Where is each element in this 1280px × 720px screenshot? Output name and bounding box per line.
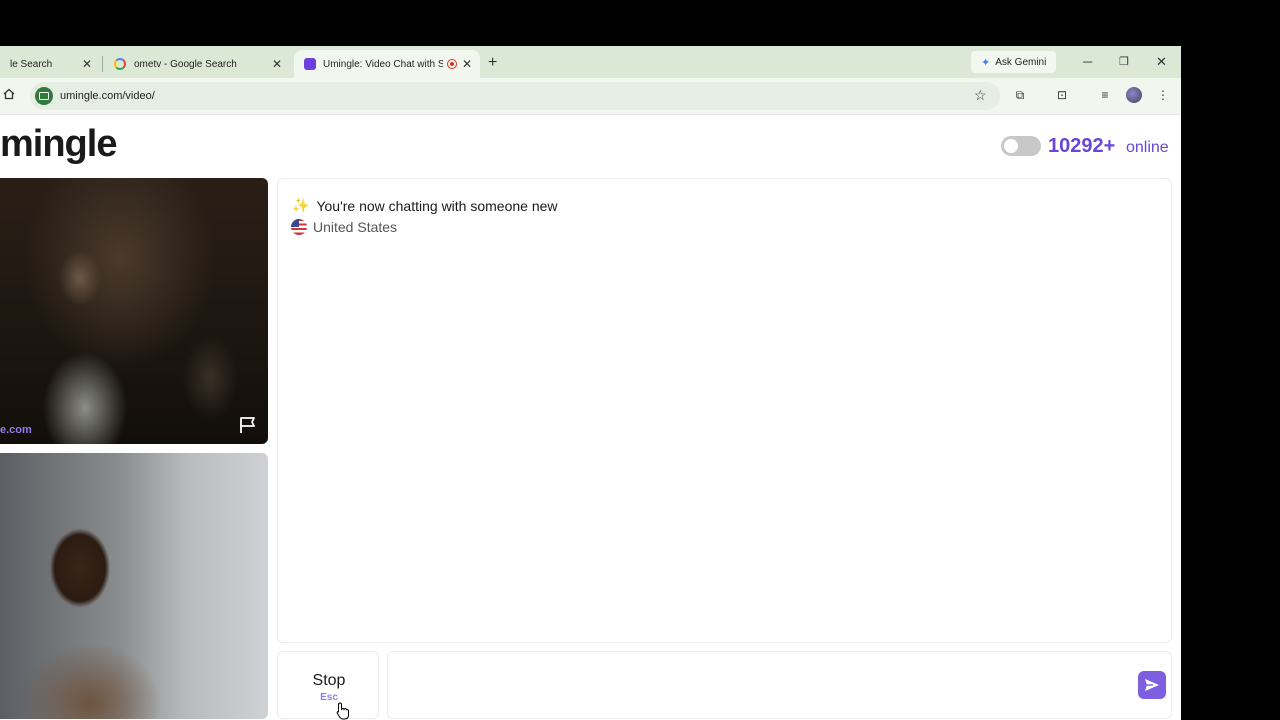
- send-icon: [1145, 679, 1159, 691]
- site-info-icon[interactable]: [35, 87, 53, 105]
- country-name: United States: [313, 219, 398, 235]
- ask-gemini-button[interactable]: ✦ Ask Gemini: [971, 51, 1057, 73]
- close-tab-icon[interactable]: ✕: [80, 57, 94, 71]
- stranger-country: United States: [291, 219, 397, 235]
- url-text: umingle.com/video/: [60, 90, 155, 102]
- us-flag-icon: [291, 219, 307, 235]
- sparkle-icon: ✨: [292, 197, 310, 213]
- close-tab-icon[interactable]: ✕: [460, 57, 474, 71]
- recording-icon: [447, 59, 457, 69]
- send-button[interactable]: [1138, 671, 1166, 699]
- stop-label: Stop: [312, 672, 346, 689]
- new-tab-button[interactable]: +: [488, 54, 497, 72]
- window-close-button[interactable]: ✕: [1156, 54, 1167, 70]
- stranger-video: e.com: [0, 178, 268, 444]
- mouse-cursor-icon: [336, 702, 350, 720]
- ask-gemini-label: Ask Gemini: [995, 56, 1047, 68]
- address-bar[interactable]: umingle.com/video/ ☆: [30, 82, 1000, 110]
- message-input[interactable]: [387, 651, 1172, 719]
- online-label: online: [1126, 139, 1169, 156]
- extensions-icon[interactable]: ⧉: [1013, 88, 1027, 102]
- umingle-icon: [304, 58, 316, 70]
- close-tab-icon[interactable]: ✕: [270, 57, 284, 71]
- tab-google-search[interactable]: le Search ✕: [0, 50, 100, 78]
- site-logo[interactable]: mingle: [0, 123, 117, 166]
- system-message-text: You're now chatting with someone new: [316, 197, 558, 214]
- tab-umingle[interactable]: Umingle: Video Chat with St ✕: [294, 50, 480, 78]
- menu-icon[interactable]: ⋮: [1156, 88, 1170, 102]
- theme-toggle[interactable]: [1001, 136, 1041, 156]
- media-controls-icon[interactable]: ≡: [1098, 88, 1112, 102]
- report-flag-icon[interactable]: [238, 416, 258, 434]
- restore-button[interactable]: ❐: [1119, 55, 1129, 68]
- tab-search-icon[interactable]: ⊡: [1055, 88, 1069, 102]
- tab-title: le Search: [10, 58, 53, 70]
- tab-title: Umingle: Video Chat with St: [323, 58, 443, 70]
- tab-separator: [102, 56, 103, 72]
- tab-title: ometv - Google Search: [134, 58, 237, 70]
- browser-toolbar: umingle.com/video/ ☆ ⧉ ⊡ ≡ ⋮: [0, 78, 1181, 114]
- screen: le Search ✕ ometv - Google Search ✕ Umin…: [0, 0, 1280, 720]
- system-message: ✨ You're now chatting with someone new: [292, 197, 558, 214]
- chat-log: ✨ You're now chatting with someone new U…: [277, 178, 1172, 643]
- self-video: [0, 453, 268, 719]
- video-watermark: e.com: [0, 424, 32, 436]
- tab-ometv-search[interactable]: ometv - Google Search ✕: [104, 50, 290, 78]
- tab-strip: le Search ✕ ometv - Google Search ✕ Umin…: [0, 46, 1181, 78]
- gemini-icon: ✦: [981, 56, 991, 69]
- minimize-button[interactable]: ─: [1083, 54, 1092, 69]
- online-count: 10292+: [1048, 135, 1116, 157]
- browser-window: le Search ✕ ometv - Google Search ✕ Umin…: [0, 46, 1181, 720]
- stop-button[interactable]: Stop Esc: [277, 651, 379, 719]
- stop-shortcut-hint: Esc: [320, 692, 338, 703]
- bookmark-star-icon[interactable]: ☆: [974, 87, 987, 104]
- home-icon[interactable]: [3, 88, 15, 100]
- google-icon: [114, 58, 126, 70]
- umingle-page: mingle 10292+ online e.com ✨ You're now …: [0, 114, 1181, 720]
- profile-avatar[interactable]: [1126, 87, 1142, 103]
